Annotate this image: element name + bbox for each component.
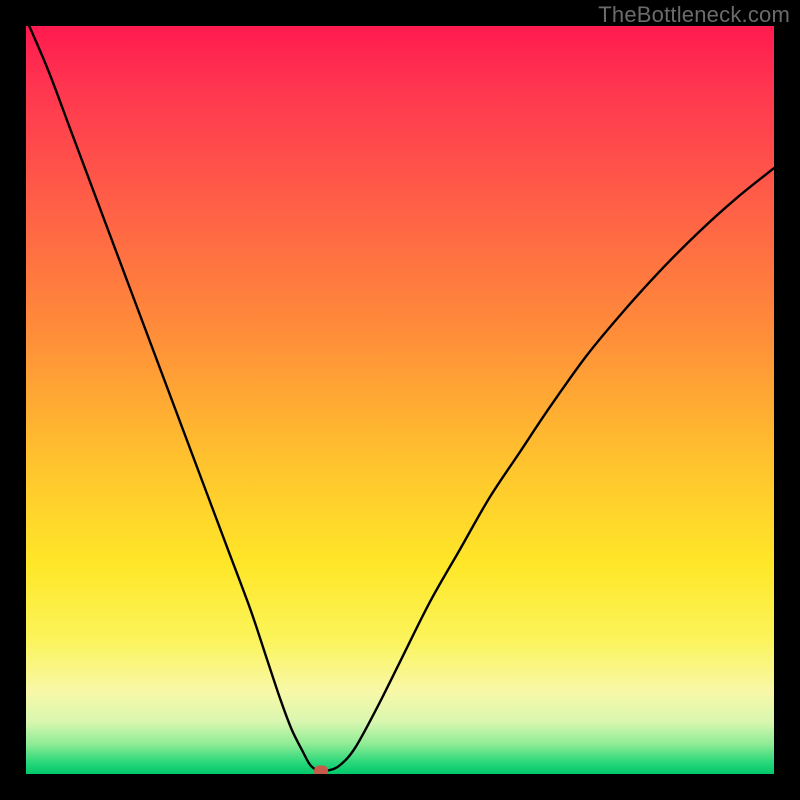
- bottleneck-curve: [26, 26, 774, 774]
- watermark-text: TheBottleneck.com: [598, 2, 790, 28]
- minimum-marker-icon: [314, 766, 328, 775]
- plot-area: [26, 26, 774, 774]
- chart-frame: TheBottleneck.com: [0, 0, 800, 800]
